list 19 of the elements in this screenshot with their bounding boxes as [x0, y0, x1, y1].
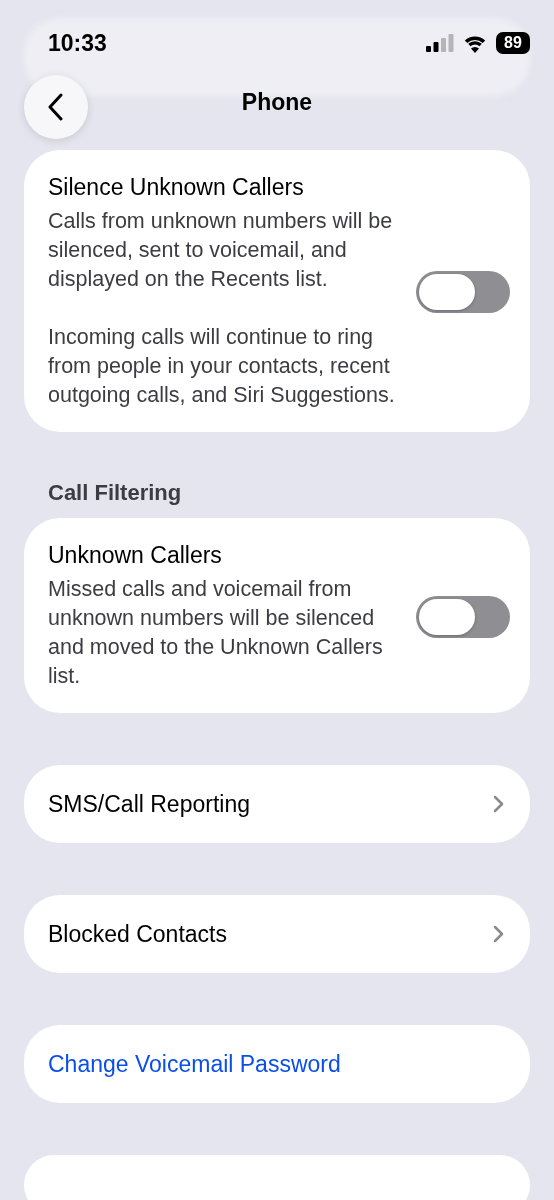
chevron-icon: [493, 795, 504, 813]
status-time: 10:33: [48, 29, 107, 57]
setting-description: Calls from unknown numbers will be silenced, sent to voicemail, and displayed on the Recents list.: [48, 208, 394, 293]
setting-description: Missed calls and voicemail from unknown numbers will be silenced and moved to the Unknown Callers list.: [48, 576, 384, 690]
nav-row[interactable]: Blocked Contacts: [24, 895, 530, 973]
page-title: Phone: [241, 88, 313, 116]
back-button[interactable]: [24, 75, 88, 139]
setting-title: Unknown Callers: [48, 542, 223, 569]
battery-indicator: 89: [496, 32, 530, 54]
back-icon: [48, 93, 64, 121]
chevron-icon: [493, 925, 504, 943]
nav-row[interactable]: SMS/Call Reporting: [24, 765, 530, 843]
signal-icon: [426, 34, 454, 52]
section-heading: Call Filtering: [47, 479, 183, 507]
toggle-switch[interactable]: [416, 595, 510, 638]
voicemail-password-link[interactable]: Change Voicemail Password: [48, 1050, 341, 1078]
setting-description: Incoming calls will continue to ring from people in your contacts, recent outgoing calls, and Siri Suggestions.: [48, 324, 396, 409]
setting-title: Silence Unknown Callers: [48, 174, 305, 201]
toggle-switch[interactable]: [416, 271, 510, 313]
